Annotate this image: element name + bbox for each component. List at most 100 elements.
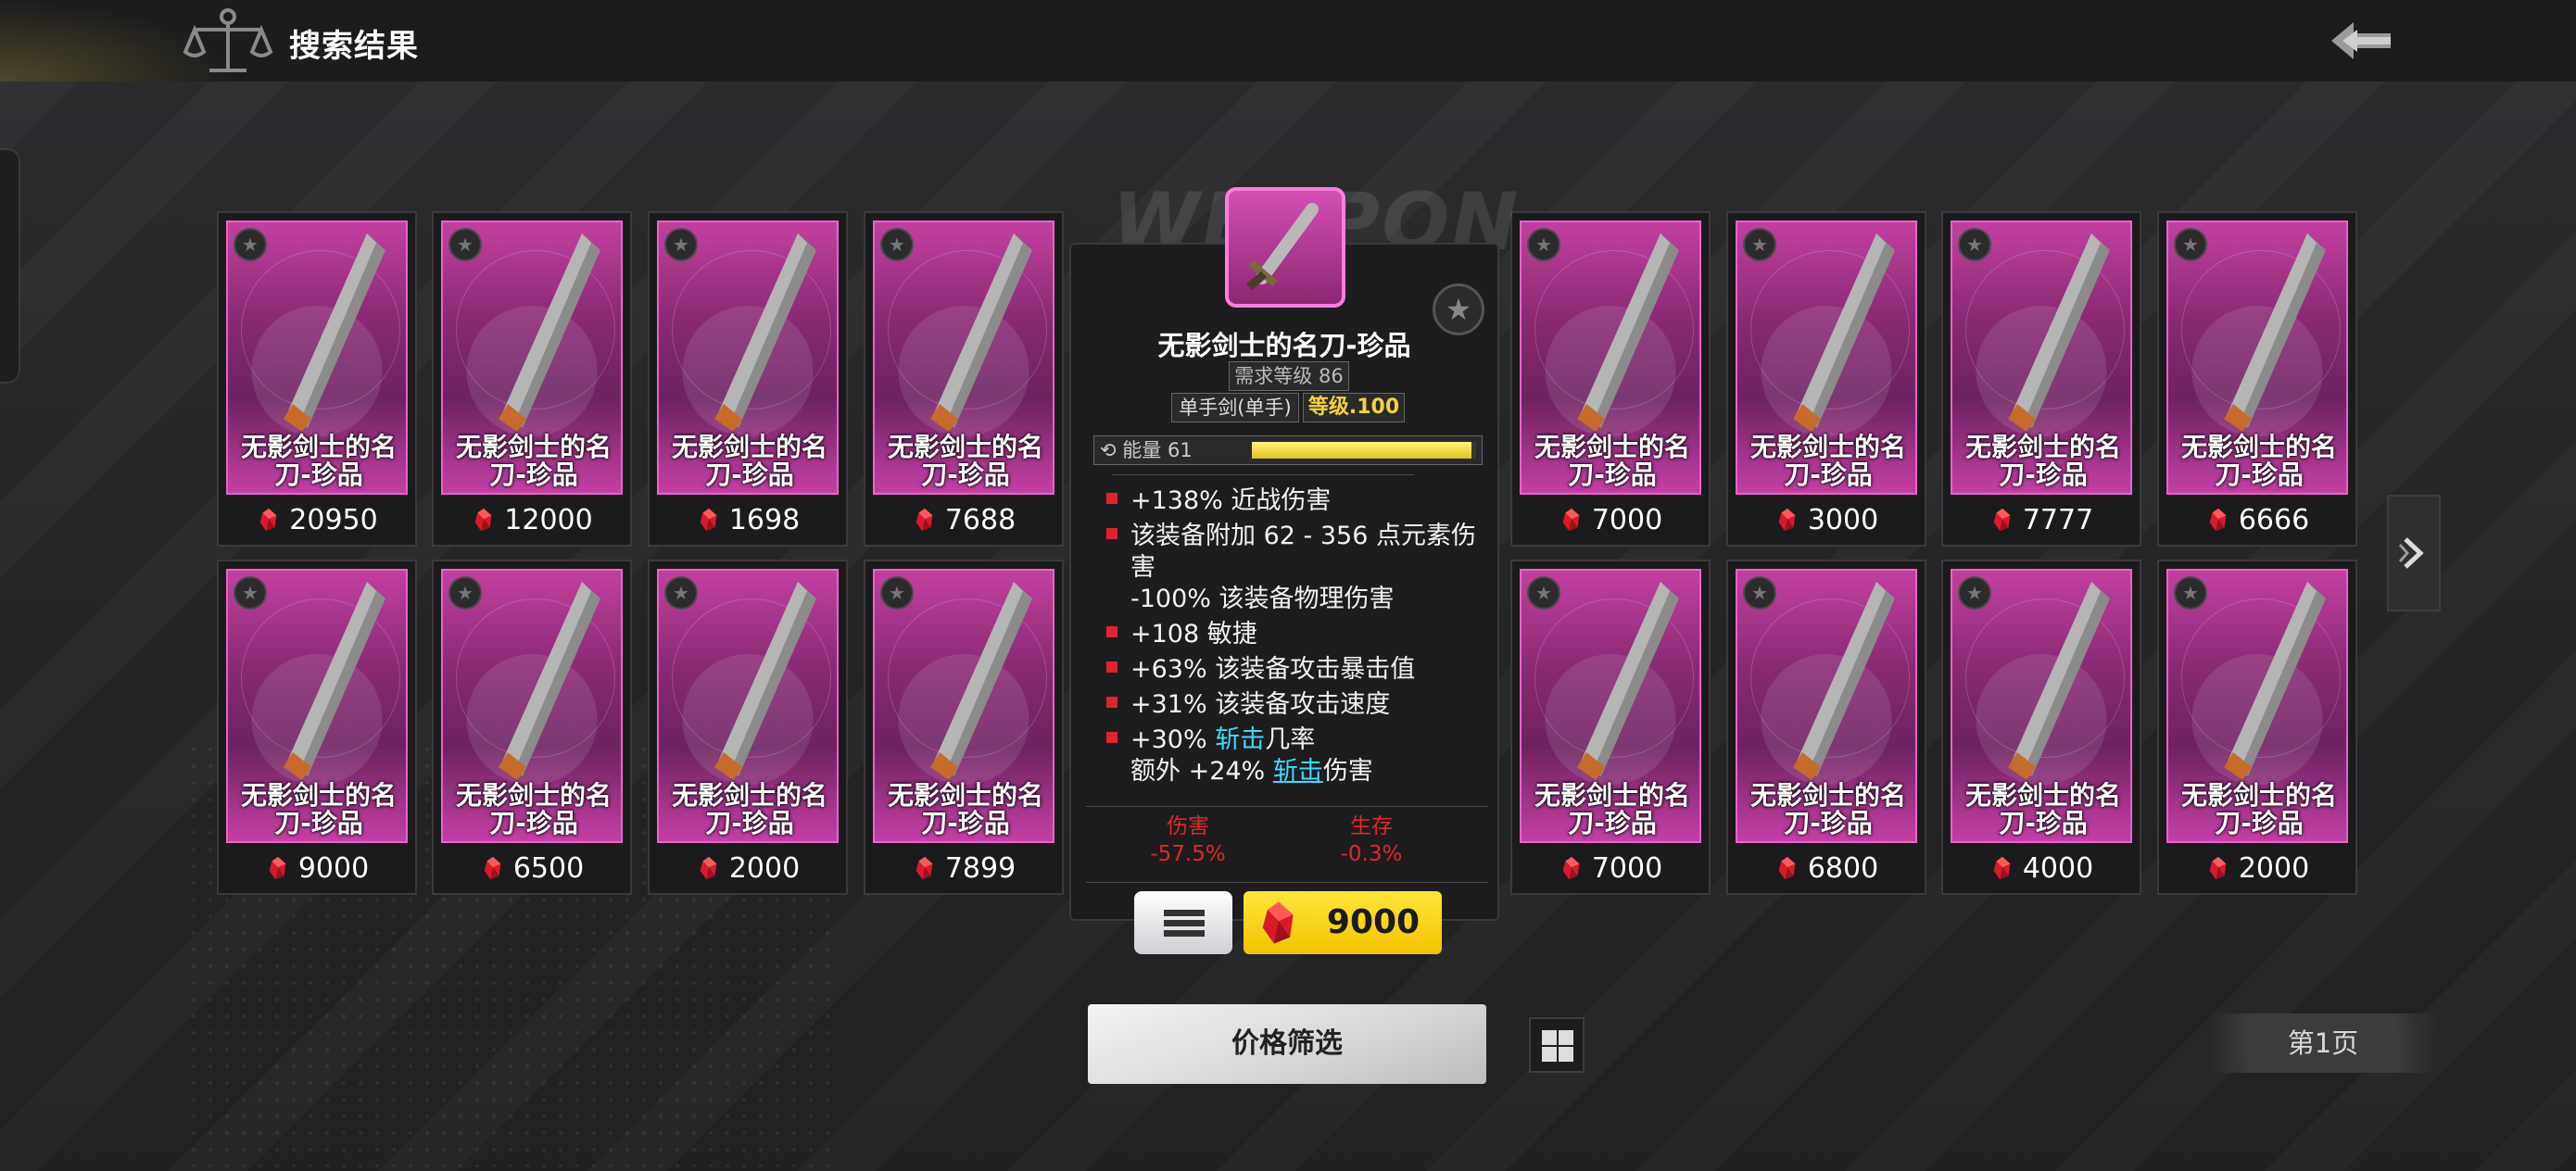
item-art: 无影剑士的名刀-珍品 ★ <box>1951 220 2132 495</box>
details-menu-button[interactable] <box>1134 891 1232 954</box>
item-card[interactable]: 无影剑士的名刀-珍品 ★ 7000 <box>1510 560 1711 895</box>
star-icon: ★ <box>448 228 482 261</box>
item-name: 无影剑士的名刀-珍品 <box>1964 780 2121 838</box>
item-card[interactable]: 无影剑士的名刀-珍品 ★ 12000 <box>432 211 632 547</box>
item-name: 无影剑士的名刀-珍品 <box>887 780 1043 838</box>
red-crystal-icon <box>1562 508 1580 532</box>
item-price-value: 1698 <box>728 504 801 536</box>
item-price-value: 7000 <box>1591 504 1663 536</box>
item-name: 无影剑士的名刀-珍品 <box>240 432 397 490</box>
star-icon: ★ <box>234 576 267 610</box>
stat-bullet <box>1106 732 1118 743</box>
item-card[interactable]: 无影剑士的名刀-珍品 ★ 2000 <box>648 560 848 895</box>
item-card[interactable]: 无影剑士的名刀-珍品 ★ 7000 <box>1510 211 1711 547</box>
item-price-value: 4000 <box>2022 852 2094 885</box>
item-card[interactable]: 无影剑士的名刀-珍品 ★ 1698 <box>648 211 848 547</box>
star-icon: ★ <box>1958 228 1991 261</box>
item-card[interactable]: 无影剑士的名刀-珍品 ★ 6800 <box>1726 560 1926 895</box>
red-crystal-icon <box>1562 856 1580 880</box>
item-card[interactable]: 无影剑士的名刀-珍品 ★ 6666 <box>2157 211 2357 547</box>
star-icon: ★ <box>664 576 698 610</box>
item-price-value: 9000 <box>297 852 370 885</box>
page-indicator: 第1页 <box>2209 1014 2437 1073</box>
menu-icon <box>1164 910 1205 916</box>
red-crystal-icon <box>915 508 933 532</box>
star-icon: ★ <box>448 576 482 610</box>
item-price-value: 6500 <box>512 852 585 885</box>
item-name: 无影剑士的名刀-珍品 <box>455 780 612 838</box>
grid-view-icon[interactable] <box>1529 1017 1585 1073</box>
item-price: 12000 <box>434 498 630 543</box>
stat-line: +30% 斩击几率 额外 +24% 斩击伤害 <box>1103 724 1492 787</box>
red-crystal-icon <box>259 508 277 532</box>
item-price-value: 7899 <box>944 852 1017 885</box>
star-icon: ★ <box>1743 228 1776 261</box>
energy-bar <box>1252 442 1476 459</box>
item-name: 无影剑士的名刀-珍品 <box>1964 432 2121 490</box>
buy-button[interactable]: 9000 <box>1244 891 1442 954</box>
star-icon: ★ <box>1527 576 1560 610</box>
item-card[interactable]: 无影剑士的名刀-珍品 ★ 7899 <box>864 560 1064 895</box>
item-price-value: 7000 <box>1591 852 1663 885</box>
item-name: 无影剑士的名刀-珍品 <box>671 780 827 838</box>
red-crystal-icon <box>1262 901 1294 944</box>
item-price-value: 6800 <box>1807 852 1879 885</box>
item-card[interactable]: 无影剑士的名刀-珍品 ★ 4000 <box>1941 560 2141 895</box>
item-price: 7777 <box>1943 498 2140 543</box>
next-page-button[interactable] <box>2387 495 2441 611</box>
item-card[interactable]: 无影剑士的名刀-珍品 ★ 9000 <box>217 560 417 895</box>
item-art: 无影剑士的名刀-珍品 ★ <box>1520 569 1701 843</box>
compare-damage: 伤害 -57.5% <box>1150 814 1226 866</box>
red-crystal-icon <box>2209 508 2227 532</box>
item-card[interactable]: 无影剑士的名刀-珍品 ★ 7688 <box>864 211 1064 547</box>
item-art: 无影剑士的名刀-珍品 ★ <box>2166 220 2348 495</box>
stat-bullet <box>1106 528 1118 539</box>
item-art: 无影剑士的名刀-珍品 ★ <box>226 569 408 843</box>
item-name: 无影剑士的名刀-珍品 <box>1749 780 1906 838</box>
stat-bullet <box>1106 626 1118 637</box>
item-price-value: 2000 <box>2238 852 2310 885</box>
stat-list: +138% 近战伤害 该装备附加 62 - 356 点元素伤害 -100% 该装备物… <box>1103 485 1492 791</box>
red-crystal-icon <box>700 856 717 880</box>
keyword-slash-link[interactable]: 斩击 <box>1273 757 1323 786</box>
red-crystal-icon <box>2209 856 2227 880</box>
item-price-value: 3000 <box>1807 504 1879 536</box>
item-name: 无影剑士的名刀-珍品 <box>240 780 397 838</box>
item-card[interactable]: 无影剑士的名刀-珍品 ★ 2000 <box>2157 560 2357 895</box>
stat-bullet <box>1106 661 1118 673</box>
left-side-tab[interactable] <box>0 148 20 384</box>
item-card[interactable]: 无影剑士的名刀-珍品 ★ 7777 <box>1941 211 2141 547</box>
item-price: 4000 <box>1943 847 2140 891</box>
stat-line: 该装备附加 62 - 356 点元素伤害 -100% 该装备物理伤害 <box>1103 521 1492 615</box>
page-title: 搜索结果 <box>289 28 419 65</box>
item-card[interactable]: 无影剑士的名刀-珍品 ★ 20950 <box>217 211 417 547</box>
top-bar: 搜索结果 <box>0 0 2576 82</box>
item-price: 7000 <box>1512 498 1709 543</box>
item-price-value: 2000 <box>728 852 801 885</box>
back-arrow-icon[interactable] <box>2326 15 2396 67</box>
star-icon: ★ <box>234 228 267 261</box>
price-filter-button[interactable]: 价格筛选 <box>1088 1004 1486 1084</box>
item-price: 1698 <box>650 498 846 543</box>
red-crystal-icon <box>474 508 492 532</box>
item-price-value: 7777 <box>2022 504 2094 536</box>
keyword-slash: 斩击 <box>1215 725 1266 754</box>
item-name: 无影剑士的名刀-珍品 <box>887 432 1043 490</box>
item-card[interactable]: 无影剑士的名刀-珍品 ★ 6500 <box>432 560 632 895</box>
red-crystal-icon <box>269 856 286 880</box>
item-art: 无影剑士的名刀-珍品 ★ <box>657 569 839 843</box>
star-icon: ★ <box>1527 228 1560 261</box>
item-art: 无影剑士的名刀-珍品 ★ <box>1736 569 1917 843</box>
item-name: 无影剑士的名刀-珍品 <box>455 432 612 490</box>
item-price-value: 7688 <box>944 504 1017 536</box>
scales-logo-icon <box>183 8 273 72</box>
stat-line: +31% 该装备攻击速度 <box>1103 689 1492 721</box>
red-crystal-icon <box>700 508 717 532</box>
energy-meter: ⟲ 能量 61 <box>1093 435 1483 465</box>
item-art: 无影剑士的名刀-珍品 ★ <box>1736 220 1917 495</box>
item-price-value: 12000 <box>504 504 593 536</box>
star-icon: ★ <box>880 576 914 610</box>
item-card[interactable]: 无影剑士的名刀-珍品 ★ 3000 <box>1726 211 1926 547</box>
star-icon: ★ <box>2174 576 2207 610</box>
tooltip-title: 无影剑士的名刀-珍品 <box>1157 330 1411 361</box>
